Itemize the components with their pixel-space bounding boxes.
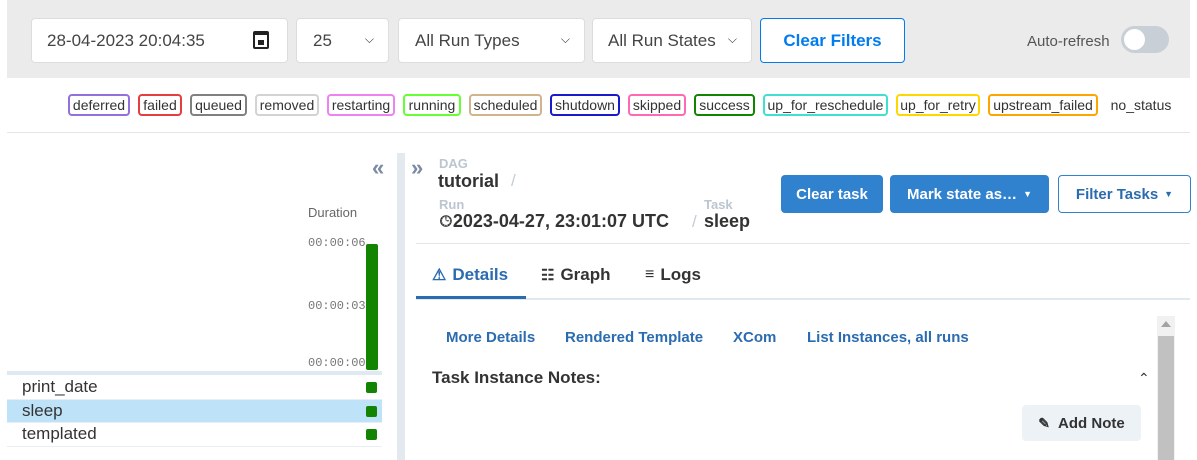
num-runs-value: 25: [313, 30, 332, 50]
tab-label: Details: [452, 265, 509, 284]
caret-down-icon: ▼: [1164, 189, 1174, 199]
tab-label: Logs: [660, 265, 701, 284]
expand-details-icon[interactable]: »: [411, 155, 423, 181]
duration-tick: 00:00:06: [308, 236, 366, 250]
active-tab-indicator: [416, 296, 526, 299]
clock-icon: 🕒︎: [440, 213, 452, 230]
mark-state-label: Mark state as…: [907, 185, 1018, 203]
task-name: sleep: [22, 400, 63, 420]
legend-running[interactable]: running: [403, 94, 461, 116]
run-label: Run: [439, 197, 465, 212]
list-instances-link[interactable]: List Instances, all runs: [807, 329, 969, 346]
base-date-value: 28-04-2023 20:04:35: [47, 30, 205, 50]
warning-triangle-icon: ⚠︎: [432, 267, 447, 284]
legend-deferred[interactable]: deferred: [68, 94, 130, 116]
task-id-text: sleep: [704, 211, 751, 231]
panel-resize-handle[interactable]: [397, 153, 405, 460]
divider: [416, 243, 1190, 244]
scrollbar-thumb[interactable]: [1158, 336, 1174, 460]
task-name: print_date: [22, 377, 98, 397]
task-instance-cell[interactable]: [366, 429, 377, 440]
task-row[interactable]: sleep: [7, 399, 382, 423]
legend-queued[interactable]: queued: [190, 94, 247, 116]
collapse-grid-icon[interactable]: «: [372, 155, 384, 181]
graph-icon: ☷: [541, 267, 555, 284]
duration-label: Duration: [308, 205, 358, 220]
clear-task-button[interactable]: Clear task: [781, 175, 883, 213]
tab-graph[interactable]: ☷ Graph: [541, 265, 611, 285]
breadcrumb-separator: /: [692, 212, 697, 231]
chevron-down-icon: ⌵: [560, 32, 570, 46]
xcom-link[interactable]: XCom: [733, 329, 776, 346]
legend-up-for-reschedule[interactable]: up_for_reschedule: [763, 94, 888, 116]
list-icon: ≡: [645, 266, 655, 283]
calendar-icon[interactable]: [253, 31, 269, 49]
more-details-link[interactable]: More Details: [446, 329, 535, 346]
legend-skipped[interactable]: skipped: [628, 94, 686, 116]
rendered-template-link[interactable]: Rendered Template: [565, 329, 703, 346]
mark-state-button[interactable]: Mark state as… ▼: [890, 175, 1049, 213]
task-instance-cell[interactable]: [366, 382, 377, 393]
clear-filters-button[interactable]: Clear Filters: [760, 18, 905, 63]
task-label: Task: [704, 197, 733, 212]
legend-scheduled[interactable]: scheduled: [469, 94, 542, 116]
run-type-select[interactable]: All Run Types ⌵: [398, 18, 585, 63]
chevron-down-icon: ⌵: [727, 32, 737, 46]
run-type-value: All Run Types: [415, 30, 520, 50]
dag-label: DAG: [439, 156, 468, 171]
task-row[interactable]: print_date: [7, 376, 382, 400]
filter-tasks-button[interactable]: Filter Tasks ▼: [1058, 175, 1191, 213]
caret-down-icon: ▼: [1023, 189, 1032, 199]
add-note-button[interactable]: ✎ Add Note: [1022, 405, 1141, 441]
breadcrumb-separator: /: [511, 171, 516, 190]
chevron-up-icon[interactable]: ⌃: [1138, 370, 1150, 387]
duration-tick: 00:00:03: [308, 299, 366, 313]
run-state-value: All Run States: [608, 30, 716, 50]
legend-no-status[interactable]: no_status: [1106, 94, 1176, 116]
legend-failed[interactable]: failed: [138, 94, 182, 116]
legend-upstream-failed[interactable]: upstream_failed: [988, 94, 1098, 116]
scroll-up-icon[interactable]: [1161, 321, 1171, 327]
duration-tick: 00:00:00: [308, 356, 366, 370]
base-date-input[interactable]: 28-04-2023 20:04:35: [31, 18, 288, 63]
num-runs-select[interactable]: 25 ⌵: [296, 18, 389, 63]
dag-id-link[interactable]: tutorial: [438, 171, 499, 192]
run-duration-bar[interactable]: [366, 244, 378, 370]
grid-divider: [7, 371, 382, 375]
task-instance-notes-title: Task Instance Notes:: [432, 368, 601, 387]
divider: [7, 132, 1190, 133]
run-id-link[interactable]: 🕒︎ 2023-04-27, 23:01:07 UTC: [440, 211, 669, 232]
details-scrollbar[interactable]: [1157, 316, 1175, 460]
legend-success[interactable]: success: [694, 94, 755, 116]
task-list: print_date sleep templated: [7, 376, 382, 447]
tab-details[interactable]: ⚠︎ Details: [432, 265, 508, 285]
auto-refresh-label: Auto-refresh: [1027, 33, 1110, 50]
tab-label: Graph: [560, 265, 611, 284]
pencil-icon: ✎: [1038, 414, 1051, 431]
filter-bar: 28-04-2023 20:04:35 25 ⌵ All Run Types ⌵…: [7, 0, 1190, 78]
task-name: templated: [22, 424, 97, 444]
tab-bar-border: [416, 298, 1190, 300]
task-row[interactable]: templated: [7, 423, 382, 447]
run-id-text: 2023-04-27, 23:01:07 UTC: [452, 211, 669, 231]
auto-refresh-toggle[interactable]: [1121, 26, 1169, 53]
run-state-select[interactable]: All Run States ⌵: [592, 18, 752, 63]
legend-restarting[interactable]: restarting: [327, 94, 395, 116]
task-instance-cell[interactable]: [366, 405, 377, 417]
legend-up-for-retry[interactable]: up_for_retry: [896, 94, 980, 116]
legend-shutdown[interactable]: shutdown: [550, 94, 620, 116]
filter-tasks-label: Filter Tasks: [1075, 185, 1159, 203]
add-note-label: Add Note: [1058, 414, 1125, 432]
legend-removed[interactable]: removed: [255, 94, 319, 116]
tab-logs[interactable]: ≡ Logs: [645, 265, 701, 285]
chevron-down-icon: ⌵: [364, 32, 374, 46]
